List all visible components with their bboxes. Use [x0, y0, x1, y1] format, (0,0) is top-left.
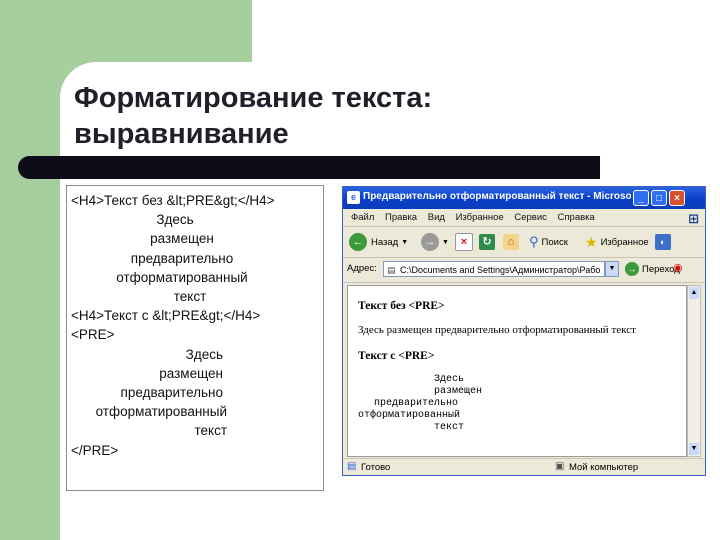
media-icon: ◐	[655, 234, 671, 250]
menu-view[interactable]: Вид	[428, 212, 445, 223]
pre-line: Здесь	[434, 374, 465, 385]
menu-edit[interactable]: Правка	[385, 212, 417, 223]
star-icon: ★	[585, 233, 598, 250]
computer-icon: ▣	[555, 461, 565, 472]
code-line: отформатированный	[116, 269, 248, 285]
home-button[interactable]: ⌂	[503, 233, 519, 251]
scroll-up-icon[interactable]: ▲	[689, 287, 699, 299]
browser-menubar: Файл Правка Вид Избранное Сервис Справка…	[343, 209, 705, 227]
code-line: Здесь	[156, 212, 194, 228]
code-line: предварительно	[120, 385, 223, 401]
search-button[interactable]: ⚲ Поиск	[529, 233, 568, 251]
code-line: </PRE>	[71, 442, 119, 458]
pre-line: текст	[434, 422, 465, 433]
slide-title-line1: Форматирование текста:	[74, 82, 433, 114]
html-code-box: <H4>Текст без &lt;PRE&gt;</H4> Здесь раз…	[66, 185, 324, 491]
address-bar: Адрес: ▤ C:\Documents and Settings\Админ…	[343, 258, 705, 283]
menu-favorites[interactable]: Избранное	[456, 212, 504, 223]
code-line: размещен	[159, 365, 223, 381]
forward-arrow-icon: →	[421, 233, 439, 251]
code-line: Здесь	[185, 346, 223, 362]
vertical-scrollbar[interactable]: ▲ ▼	[687, 285, 701, 457]
back-arrow-icon: ←	[349, 233, 367, 251]
browser-window: e Предварительно отформатированный текст…	[342, 186, 706, 476]
favorites-label: Избранное	[600, 236, 649, 248]
go-button[interactable]: → Переход	[625, 262, 680, 276]
minimize-icon[interactable]: _	[633, 190, 649, 206]
green-side-strip	[0, 0, 60, 540]
stop-button[interactable]: ×	[455, 233, 473, 251]
page-status-icon: ▤	[347, 461, 357, 472]
refresh-button[interactable]: ↻	[479, 233, 495, 251]
browser-title: Предварительно отформатированный текст -…	[363, 191, 631, 202]
pre-line: предварительно	[374, 398, 459, 409]
norton-icon[interactable]: ◉	[673, 261, 689, 277]
windows-logo-icon: ⊞	[688, 211, 699, 226]
code-line: текст	[173, 289, 207, 305]
pre-line: размещен	[434, 386, 483, 397]
content-preformatted: Здесь размещен предварительно отформатир…	[358, 374, 482, 434]
search-label: Поиск	[541, 236, 568, 248]
menu-help[interactable]: Справка	[558, 212, 595, 223]
dropdown-icon: ▼	[401, 238, 409, 246]
address-value: C:\Documents and Settings\Администратор\…	[400, 265, 601, 275]
refresh-icon: ↻	[479, 234, 495, 250]
code-line: предварительно	[130, 250, 234, 266]
back-button[interactable]: ← Назад ▼	[349, 233, 408, 251]
home-icon: ⌂	[503, 234, 519, 250]
maximize-icon[interactable]: □	[651, 190, 667, 206]
forward-button[interactable]: → ▼	[421, 233, 449, 251]
code-line: <H4>Текст с &lt;PRE&gt;</H4>	[71, 308, 261, 324]
media-button[interactable]: ◐	[655, 233, 671, 251]
close-icon[interactable]: ×	[669, 190, 685, 206]
title-divider	[18, 156, 600, 179]
favorites-button[interactable]: ★ Избранное	[585, 233, 649, 251]
status-left: Готово	[361, 462, 391, 473]
search-icon: ⚲	[529, 234, 539, 249]
browser-content: Текст без <PRE> Здесь размещен предварит…	[347, 285, 687, 457]
content-paragraph: Здесь размещен предварительно отформатир…	[358, 324, 636, 336]
slide-title: Форматирование текста: выравнивание	[74, 80, 594, 152]
browser-titlebar[interactable]: e Предварительно отформатированный текст…	[343, 187, 705, 209]
scroll-down-icon[interactable]: ▼	[689, 443, 699, 455]
content-heading-1: Текст без <PRE>	[358, 300, 445, 312]
pre-line: отформатированный	[358, 410, 461, 421]
menu-file[interactable]: Файл	[351, 212, 374, 223]
stop-icon: ×	[455, 233, 473, 251]
dropdown-icon: ▼	[442, 238, 449, 246]
slide-title-line2: выравнивание	[74, 118, 289, 150]
browser-toolbar: ← Назад ▼ → ▼ × ↻ ⌂ ⚲ Поиск ★ Избранное …	[343, 227, 705, 258]
address-label: Адрес:	[347, 263, 377, 274]
code-line: <PRE>	[71, 327, 115, 343]
code-line: отформатированный	[95, 404, 227, 420]
browser-statusbar: ▤ Готово ▣ Мой компьютер	[343, 458, 705, 475]
page-icon: ▤	[387, 265, 396, 275]
status-right: Мой компьютер	[569, 462, 639, 473]
code-line: <H4>Текст без &lt;PRE&gt;</H4>	[71, 193, 275, 208]
content-heading-2: Текст с <PRE>	[358, 350, 435, 362]
code-line: размещен	[150, 231, 214, 247]
address-input[interactable]: ▤ C:\Documents and Settings\Администрато…	[383, 261, 605, 277]
ie-icon: e	[347, 191, 360, 204]
code-line: текст	[194, 423, 227, 439]
menu-tools[interactable]: Сервис	[514, 212, 547, 223]
address-dropdown-icon[interactable]: ▼	[605, 261, 619, 277]
back-label: Назад	[371, 236, 399, 248]
go-arrow-icon: →	[625, 262, 639, 276]
